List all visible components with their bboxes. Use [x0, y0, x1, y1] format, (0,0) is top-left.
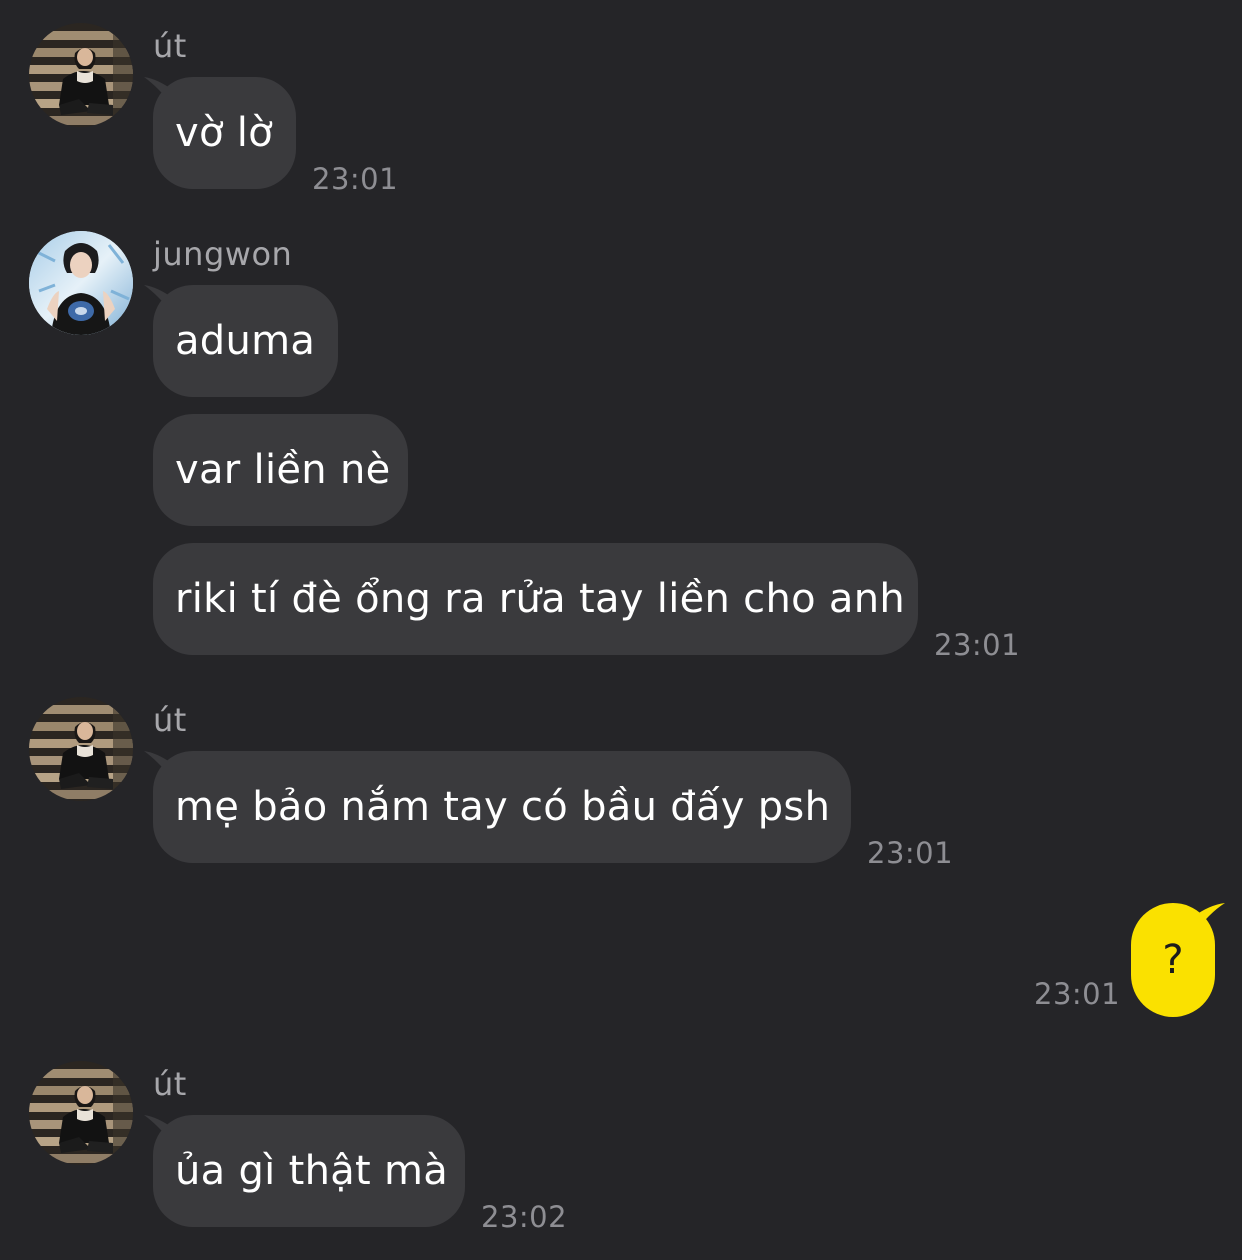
bubble-tail-icon: [1193, 903, 1225, 935]
sender-name: jungwon: [153, 235, 293, 273]
message-text: ủa gì thật mà: [175, 1148, 449, 1194]
timestamp: 23:01: [867, 836, 954, 870]
message-bubble[interactable]: riki tí đè ổng ra rửa tay liền cho anh: [153, 543, 918, 655]
message-text: var liền nè: [175, 447, 391, 493]
message-bubble[interactable]: vờ lờ: [144, 77, 296, 189]
timestamp: 23:01: [1034, 977, 1121, 1011]
blue-portrait-avatar[interactable]: [29, 231, 133, 335]
message-bubble[interactable]: mẹ bảo nắm tay có bầu đấy psh: [144, 751, 851, 863]
bubble-tail-icon: [144, 1115, 174, 1145]
message-text: vờ lờ: [175, 110, 273, 156]
stairs-portrait-avatar[interactable]: [29, 1061, 133, 1165]
sender-name: út: [153, 701, 187, 739]
message-text: riki tí đè ổng ra rửa tay liền cho anh: [175, 576, 906, 622]
timestamp: 23:01: [934, 628, 1021, 662]
message-bubble[interactable]: aduma: [144, 285, 338, 397]
message-text: mẹ bảo nắm tay có bầu đấy psh: [175, 784, 831, 830]
bubble-tail-icon: [144, 77, 174, 107]
stairs-portrait-avatar[interactable]: [29, 697, 133, 801]
message-text: ?: [1162, 937, 1184, 983]
message-bubble[interactable]: ủa gì thật mà: [144, 1115, 465, 1227]
bubble-tail-icon: [144, 285, 174, 315]
timestamp: 23:02: [481, 1200, 568, 1234]
bubble-tail-icon: [144, 751, 174, 781]
message-text: aduma: [175, 318, 316, 364]
sender-name: út: [153, 1065, 187, 1103]
sent-message-bubble[interactable]: ?: [1131, 903, 1225, 1017]
stairs-portrait-avatar[interactable]: [29, 23, 133, 127]
timestamp: 23:01: [312, 162, 399, 196]
message-bubble[interactable]: var liền nè: [153, 414, 408, 526]
sender-name: út: [153, 27, 187, 65]
